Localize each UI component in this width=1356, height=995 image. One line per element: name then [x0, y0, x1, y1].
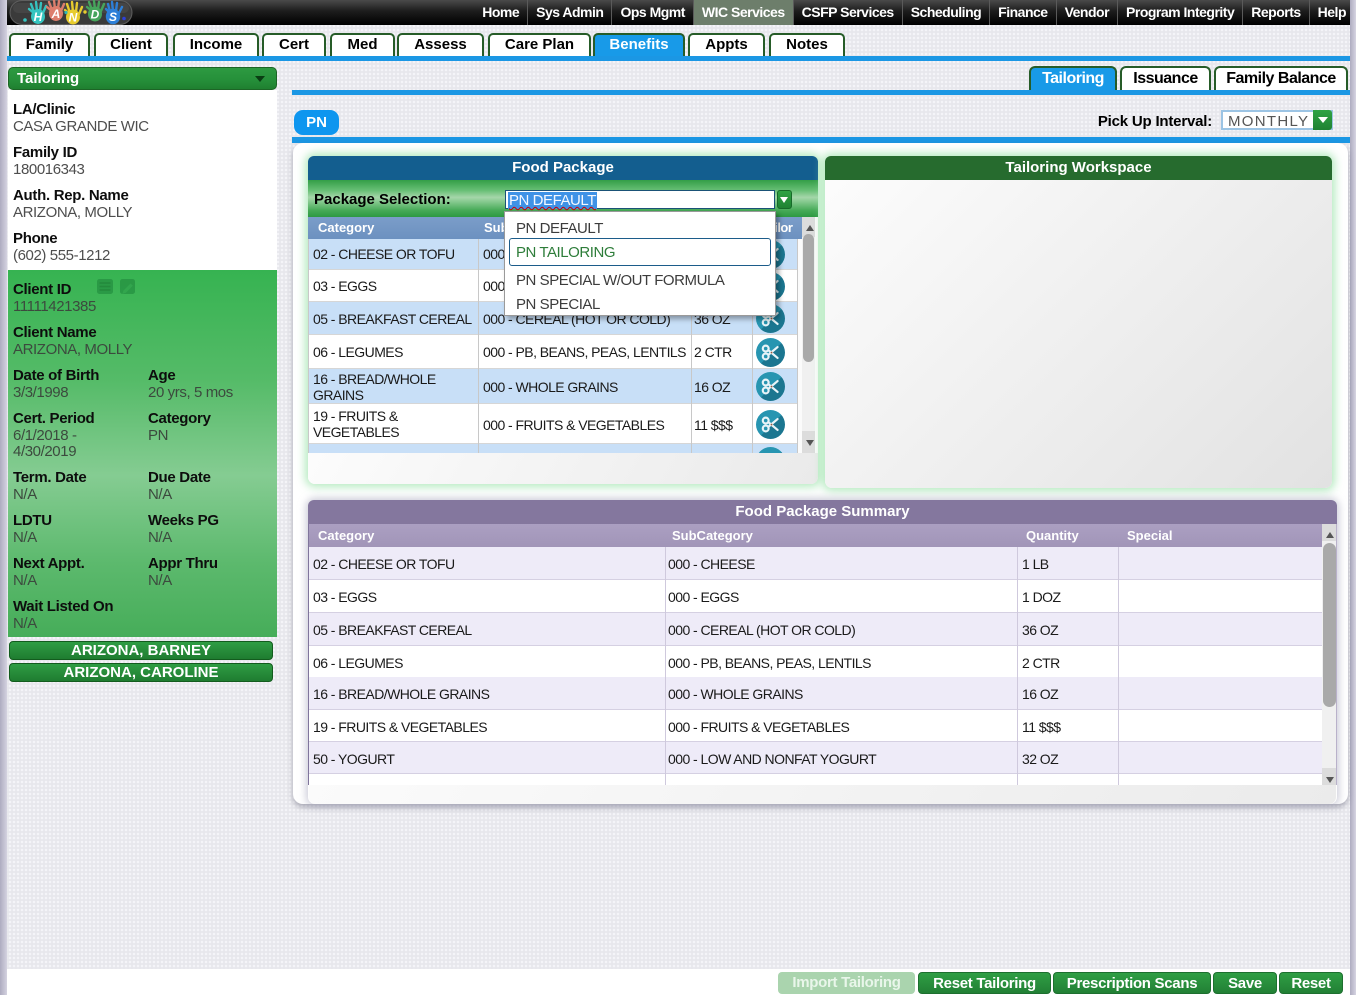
svg-text:H: H — [34, 10, 43, 24]
svg-text:D: D — [91, 8, 100, 22]
svg-text:S: S — [109, 10, 117, 24]
svg-text:A: A — [51, 7, 61, 21]
svg-text:N: N — [69, 11, 78, 25]
